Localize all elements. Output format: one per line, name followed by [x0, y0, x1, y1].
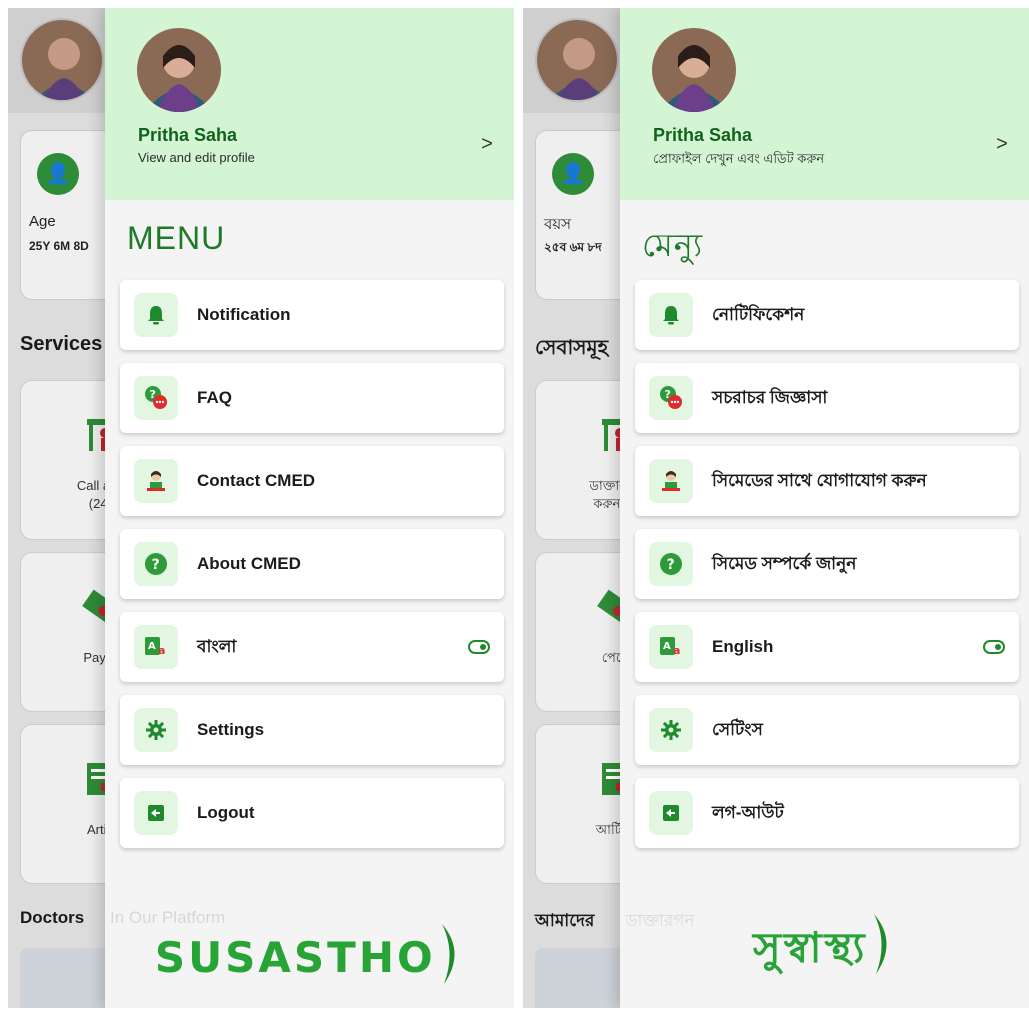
menu-item-label: সিমেডের সাথে যোগাযোগ করুন: [712, 471, 927, 490]
menu-item-notification[interactable]: নোটিফিকেশন: [635, 280, 1019, 350]
background-avatar: [20, 18, 104, 102]
menu-item-label: লগ-আউট: [712, 803, 784, 822]
bell-icon: [134, 293, 178, 337]
menu-item-label: নোটিফিকেশন: [712, 305, 805, 324]
age-label: বয়স: [544, 216, 572, 233]
doctors-heading: আমাদের: [535, 911, 595, 930]
phone-screen-english: 👤 Age 25Y 6M 8D Services Call a D (24/ P…: [8, 8, 514, 1008]
age-value: ২৫ব ৬ম ৮দ: [544, 240, 602, 254]
logout-icon: [134, 791, 178, 835]
services-heading: সেবাসমূহ: [535, 337, 609, 359]
menu-item-label: বাংলা: [197, 637, 237, 656]
svg-text:A: A: [663, 641, 671, 652]
menu-item-language[interactable]: Aa English: [635, 612, 1019, 682]
menu-item-about[interactable]: ? সিমেড সম্পর্কে জানুন: [635, 529, 1019, 599]
age-value: 25Y 6M 8D: [29, 239, 89, 253]
support-agent-icon: [134, 459, 178, 503]
gear-icon: [649, 708, 693, 752]
avatar[interactable]: [137, 28, 221, 112]
menu-item-about[interactable]: ? About CMED: [120, 529, 504, 599]
language-toggle[interactable]: [983, 640, 1005, 654]
gear-icon: [134, 708, 178, 752]
profile-subtitle: View and edit profile: [138, 150, 255, 165]
age-label: Age: [29, 213, 56, 230]
brand-wordmark: সুস্বাস্থ্য: [753, 923, 868, 972]
menu-item-label: সচরাচর জিজ্ঞাসা: [712, 388, 828, 407]
chevron-right-icon[interactable]: >: [991, 132, 1013, 156]
menu-item-logout[interactable]: লগ-আউট: [635, 778, 1019, 848]
svg-text:?: ?: [152, 557, 160, 573]
menu-item-label: সিমেড সম্পর্কে জানুন: [712, 554, 857, 573]
bell-icon: [649, 293, 693, 337]
services-heading: Services: [20, 333, 103, 355]
menu-item-settings[interactable]: Settings: [120, 695, 504, 765]
person-icon: 👤: [37, 153, 79, 195]
menu-item-logout[interactable]: Logout: [120, 778, 504, 848]
language-toggle[interactable]: [468, 640, 490, 654]
menu-item-contact[interactable]: সিমেডের সাথে যোগাযোগ করুন: [635, 446, 1019, 516]
faq-chat-icon: ?: [134, 376, 178, 420]
brand-swoosh-icon: [442, 924, 455, 984]
menu-item-label: Logout: [197, 803, 255, 822]
logout-icon: [649, 791, 693, 835]
navigation-drawer: Pritha Saha View and edit profile > MENU…: [105, 8, 514, 1008]
question-circle-icon: ?: [649, 542, 693, 586]
support-agent-icon: [649, 459, 693, 503]
menu-item-faq[interactable]: ? FAQ: [120, 363, 504, 433]
faq-chat-icon: ?: [649, 376, 693, 420]
profile-header[interactable]: Pritha Saha প্রোফাইল দেখুন এবং এডিট করুন…: [620, 8, 1029, 200]
question-circle-icon: ?: [134, 542, 178, 586]
avatar[interactable]: [652, 28, 736, 112]
menu-item-label: Settings: [197, 720, 265, 739]
chevron-right-icon[interactable]: >: [476, 132, 498, 156]
menu-item-label: Notification: [197, 305, 291, 324]
menu-item-language[interactable]: Aa বাংলা: [120, 612, 504, 682]
menu-item-faq[interactable]: ? সচরাচর জিজ্ঞাসা: [635, 363, 1019, 433]
brand-logo: SUSASTHO: [105, 922, 514, 986]
translate-icon: Aa: [649, 625, 693, 669]
menu-title: MENU: [127, 220, 226, 256]
phone-screen-bangla: 👤 বয়স ২৫ব ৬ম ৮দ সেবাসমূহ ডাক্তারকে করুন…: [523, 8, 1029, 1008]
svg-text:a: a: [673, 644, 680, 657]
brand-logo: সুস্বাস্থ্য: [620, 912, 1029, 986]
menu-item-label: FAQ: [197, 388, 232, 407]
navigation-drawer: Pritha Saha প্রোফাইল দেখুন এবং এডিট করুন…: [620, 8, 1029, 1008]
menu-item-notification[interactable]: Notification: [120, 280, 504, 350]
menu-item-label: English: [712, 637, 774, 656]
menu-item-contact[interactable]: Contact CMED: [120, 446, 504, 516]
menu-item-label: সেটিংস: [712, 720, 763, 739]
profile-name: Pritha Saha: [653, 125, 753, 145]
brand-swoosh-icon: [873, 914, 887, 974]
translate-icon: Aa: [134, 625, 178, 669]
profile-name: Pritha Saha: [138, 125, 238, 145]
doctors-heading: Doctors: [20, 908, 85, 927]
svg-text:?: ?: [667, 557, 675, 573]
profile-subtitle: প্রোফাইল দেখুন এবং এডিট করুন: [653, 151, 825, 166]
menu-title: মেন্যু: [642, 227, 704, 263]
background-avatar: [535, 18, 619, 102]
svg-text:a: a: [158, 644, 165, 657]
menu-item-label: About CMED: [197, 554, 301, 573]
person-icon: 👤: [552, 153, 594, 195]
menu-item-label: Contact CMED: [197, 471, 316, 490]
svg-text:A: A: [148, 641, 156, 652]
brand-wordmark: SUSASTHO: [154, 933, 436, 982]
menu-item-settings[interactable]: সেটিংস: [635, 695, 1019, 765]
profile-header[interactable]: Pritha Saha View and edit profile >: [105, 8, 514, 200]
